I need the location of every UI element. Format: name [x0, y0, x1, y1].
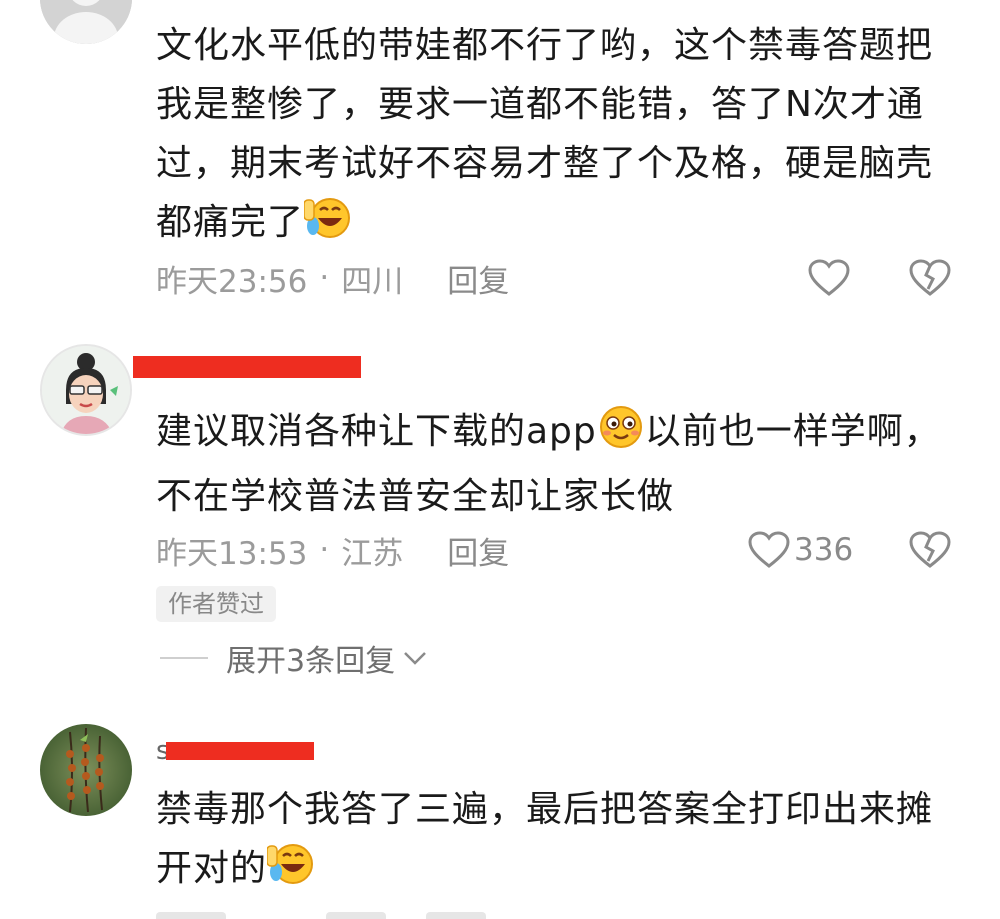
comment-meta-cut-off	[156, 912, 956, 919]
cartoon-girl-avatar-icon	[42, 346, 130, 434]
laugh-cry-emoji-icon	[303, 196, 352, 258]
redacted-username	[133, 356, 361, 378]
comment-meta: 昨天23:56 · 四川 回复	[156, 256, 509, 301]
like-button[interactable]: 336	[748, 530, 853, 570]
separator: ·	[319, 260, 330, 296]
comment-item: s 禁毒那个我答了三遍，最后把答案全打印出来摊开对的	[0, 700, 1000, 919]
comment-item: 文化水平低的带娃都不行了哟，这个禁毒答题把我是整惨了，要求一道都不能错，答了N次…	[0, 0, 1000, 310]
comment-location: 江苏	[341, 535, 404, 572]
comment-text: 建议取消各种让下载的app 以前也一样学啊，不在学校普法普安全却让家长做	[156, 402, 956, 526]
like-count: 336	[794, 532, 854, 568]
berries-photo-avatar-icon	[40, 724, 132, 816]
smile-emoji-icon	[597, 405, 645, 467]
separator: ·	[319, 532, 330, 568]
comment-time: 昨天23:56	[156, 263, 308, 300]
divider	[160, 657, 208, 659]
comment-text: 文化水平低的带娃都不行了哟，这个禁毒答题把我是整惨了，要求一道都不能错，答了N次…	[156, 16, 956, 258]
laugh-cry-emoji-icon	[266, 842, 315, 904]
like-button[interactable]	[808, 258, 850, 298]
avatar[interactable]	[40, 724, 132, 816]
dislike-button[interactable]	[908, 530, 952, 570]
comment-body: 建议取消各种让下载的app	[156, 411, 597, 452]
reply-button[interactable]: 回复	[447, 528, 509, 573]
redacted-username	[166, 742, 314, 760]
avatar[interactable]	[40, 344, 132, 436]
broken-heart-icon	[909, 259, 951, 296]
author-liked-badge: 作者赞过	[156, 586, 276, 622]
heart-icon	[808, 259, 850, 296]
reply-button[interactable]: 回复	[447, 256, 509, 301]
comment-location: 四川	[341, 263, 404, 300]
broken-heart-icon	[909, 531, 951, 568]
comment-meta: 昨天13:53 · 江苏 回复	[156, 528, 509, 573]
comment-body: 文化水平低的带娃都不行了哟，这个禁毒答题把我是整惨了，要求一道都不能错，答了N次…	[156, 25, 934, 243]
default-avatar-icon	[40, 0, 132, 44]
expand-replies-label: 展开3条回复	[226, 644, 396, 679]
heart-icon	[748, 531, 790, 568]
dislike-button[interactable]	[908, 258, 952, 298]
comment-text: 禁毒那个我答了三遍，最后把答案全打印出来摊开对的	[156, 780, 956, 904]
chevron-down-icon	[404, 652, 426, 665]
comment-item: 建议取消各种让下载的app 以前也一样学啊，不在学校普法普安全却让家长做 昨天1…	[0, 330, 1000, 690]
avatar[interactable]	[40, 0, 132, 44]
comment-time: 昨天13:53	[156, 535, 308, 572]
expand-replies-button[interactable]: 展开3条回复	[160, 638, 429, 679]
